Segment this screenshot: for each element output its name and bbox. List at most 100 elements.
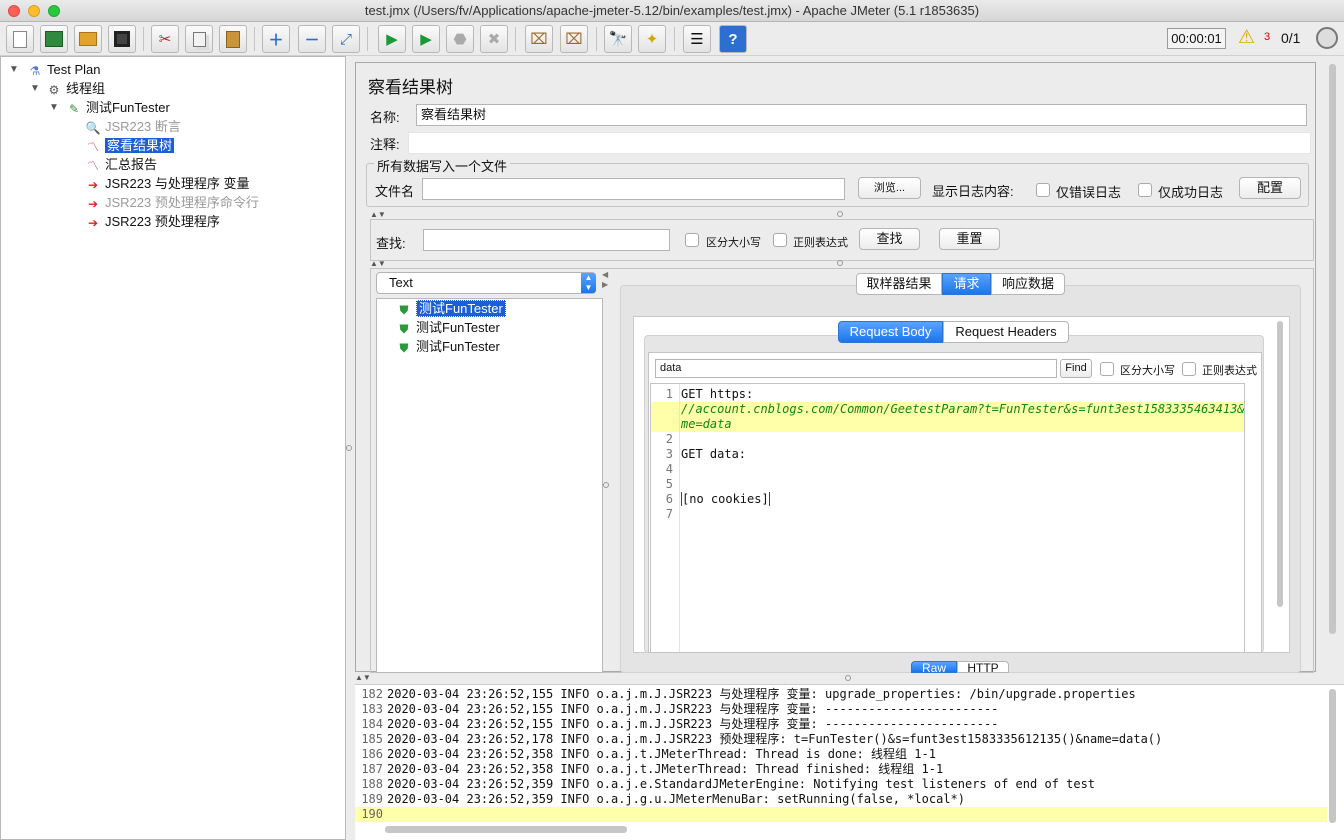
expand-triangle-icon[interactable]: ▼ — [30, 83, 40, 94]
expand-triangle-icon[interactable]: ▼ — [49, 102, 59, 113]
renderer-select[interactable]: Text ▲ ▼ — [376, 272, 596, 294]
tree-item-jsr223-assertion[interactable]: 🔍 JSR223 断言 — [85, 118, 181, 136]
close-window-button[interactable] — [8, 5, 20, 17]
warning-count: 3 — [1264, 31, 1271, 43]
collapse-icon[interactable]: － — [298, 25, 326, 53]
tab-request[interactable]: 请求 — [942, 273, 991, 295]
toggle-icon[interactable]: ⤢ — [332, 25, 360, 53]
tree-item-thread-group[interactable]: ⚙ 线程组 — [46, 80, 105, 98]
preprocessor-icon: ➔ — [87, 177, 99, 192]
chevron-down-icon: ▲ ▼ — [581, 273, 596, 293]
code-line: 1 GET https: — [665, 387, 754, 401]
search-icon[interactable]: 🔭 — [604, 25, 632, 53]
main-toolbar: ✂ ＋ － ⤢ ▶ ▶ ⬣ ✖ ⌧ ⌧ 🔭 ✦ ☰ ? 00:00:01 ⚠ 3… — [0, 22, 1344, 56]
templates-icon[interactable] — [40, 25, 68, 53]
find-regex-label: 正则表达式 — [1202, 365, 1257, 377]
collapse-arrows-icon[interactable]: ◀ ▶ — [602, 270, 608, 290]
clear-icon[interactable]: ⌧ — [525, 25, 553, 53]
find-regex-checkbox[interactable] — [1182, 362, 1196, 376]
configure-button[interactable]: 配置 — [1239, 177, 1301, 199]
paste-icon[interactable] — [219, 25, 247, 53]
log-line: 182 2020-03-04 23:26:52,155 INFO o.a.j.m.… — [361, 687, 1136, 701]
regex-checkbox[interactable] — [773, 233, 787, 247]
search-label: 查找: — [376, 236, 406, 251]
find-case-checkbox[interactable] — [1100, 362, 1114, 376]
subtab-request-headers[interactable]: Request Headers — [943, 321, 1069, 343]
tree-item-jsr223-processor-variables[interactable]: ➔ JSR223 与处理程序 变量 — [85, 175, 250, 193]
save-icon[interactable] — [108, 25, 136, 53]
split-pane-handle[interactable] — [346, 445, 352, 451]
shutdown-icon[interactable]: ✖ — [480, 25, 508, 53]
tree-item-jsr223-preprocessor-cli[interactable]: ➔ JSR223 预处理程序命令行 — [85, 194, 259, 212]
results-split-handle[interactable] — [603, 482, 609, 488]
sample-item[interactable]: ⛊ 测试FunTester — [396, 338, 499, 356]
report-icon: 〽 — [86, 158, 99, 173]
browse-button[interactable]: 浏览... — [858, 177, 921, 199]
start-icon[interactable]: ▶ — [378, 25, 406, 53]
log-line: 189 2020-03-04 23:26:52,359 INFO o.a.j.g.… — [361, 792, 965, 806]
reset-button[interactable]: 重置 — [939, 228, 1000, 250]
splitter-handle[interactable] — [837, 260, 843, 266]
splitter-arrows-icon[interactable]: ▲▼ — [370, 210, 386, 219]
search-input[interactable] — [423, 229, 670, 251]
splitter-handle[interactable] — [837, 211, 843, 217]
clear-all-icon[interactable]: ⌧ — [560, 25, 588, 53]
tree-item-sampler[interactable]: ✎ 测试FunTester — [66, 99, 170, 117]
function-helper-icon[interactable]: ☰ — [683, 25, 711, 53]
preprocessor-icon: ➔ — [87, 196, 99, 211]
expand-icon[interactable]: ＋ — [262, 25, 290, 53]
errors-only-checkbox[interactable] — [1036, 183, 1050, 197]
tree-item-summary-report[interactable]: 〽汇总报告 — [85, 156, 157, 174]
expand-triangle-icon[interactable]: ▼ — [9, 64, 19, 75]
log-vertical-scrollbar[interactable] — [1329, 689, 1336, 823]
sample-item[interactable]: ⛊ 测试FunTester — [396, 300, 506, 318]
bottom-tab-http[interactable]: HTTP — [957, 661, 1009, 673]
tree-item-view-results-tree[interactable]: 〽察看结果树 — [85, 137, 175, 155]
zoom-window-button[interactable] — [48, 5, 60, 17]
name-input[interactable]: 察看结果树 — [416, 104, 1307, 126]
find-input[interactable]: data — [655, 359, 1057, 378]
code-area[interactable]: 1 GET https: //account.cnblogs.com/Common… — [650, 383, 1245, 653]
window-titlebar: test.jmx (/Users/fv/Applications/apache-… — [0, 0, 1344, 22]
subtab-request-body[interactable]: Request Body — [838, 321, 943, 343]
warning-icon[interactable]: ⚠ — [1238, 26, 1255, 49]
find-button[interactable]: 查找 — [859, 228, 920, 250]
filename-label: 文件名 — [375, 184, 415, 199]
log-horizontal-scrollbar[interactable] — [385, 826, 627, 833]
splitter-arrows-icon[interactable]: ▲▼ — [355, 673, 371, 682]
splitter-arrows-icon[interactable]: ▲▼ — [370, 259, 386, 268]
tab-sampler-result[interactable]: 取样器结果 — [856, 273, 942, 295]
open-icon[interactable] — [74, 25, 102, 53]
stop-icon[interactable]: ⬣ — [446, 25, 474, 53]
status-indicator-icon[interactable] — [1316, 27, 1338, 49]
help-icon[interactable]: ? — [719, 25, 747, 53]
panel-scrollbar[interactable] — [1329, 64, 1336, 634]
comment-input[interactable] — [408, 132, 1311, 154]
sample-item[interactable]: ⛊ 测试FunTester — [396, 319, 499, 337]
log-content-label: 显示日志内容: — [932, 184, 1014, 199]
bottom-tab-raw[interactable]: Raw — [911, 661, 957, 673]
success-shield-icon: ⛊ — [399, 321, 409, 336]
success-only-checkbox[interactable] — [1138, 183, 1152, 197]
case-sensitive-checkbox[interactable] — [685, 233, 699, 247]
tree-item-jsr223-preprocessor[interactable]: ➔ JSR223 预处理程序 — [85, 213, 220, 231]
tree-item-test-plan[interactable]: ⚗ Test Plan — [27, 61, 101, 79]
cut-icon[interactable]: ✂ — [151, 25, 179, 53]
start-no-pause-icon[interactable]: ▶ — [412, 25, 440, 53]
case-sensitive-label: 区分大小写 — [706, 237, 761, 249]
sampler-icon: ✎ — [68, 101, 80, 116]
log-line: 185 2020-03-04 23:26:52,178 INFO o.a.j.m.… — [361, 732, 1163, 746]
test-plan-tree: ▼ ⚗ Test Plan ▼ ⚙ 线程组 ▼ ✎ 测试FunTester 🔍 JSR2… — [0, 56, 346, 840]
find-in-body-button[interactable]: Find — [1060, 359, 1092, 378]
copy-icon[interactable] — [185, 25, 213, 53]
request-scrollbar[interactable] — [1277, 321, 1283, 607]
tab-response-data[interactable]: 响应数据 — [991, 273, 1065, 295]
new-icon[interactable] — [6, 25, 34, 53]
code-line: 2 — [665, 432, 673, 446]
minimize-window-button[interactable] — [28, 5, 40, 17]
log-splitter-handle[interactable] — [845, 675, 851, 681]
reset-search-icon[interactable]: ✦ — [638, 25, 666, 53]
regex-label: 正则表达式 — [793, 237, 848, 249]
preprocessor-icon: ➔ — [87, 215, 99, 230]
filename-input[interactable] — [422, 178, 845, 200]
